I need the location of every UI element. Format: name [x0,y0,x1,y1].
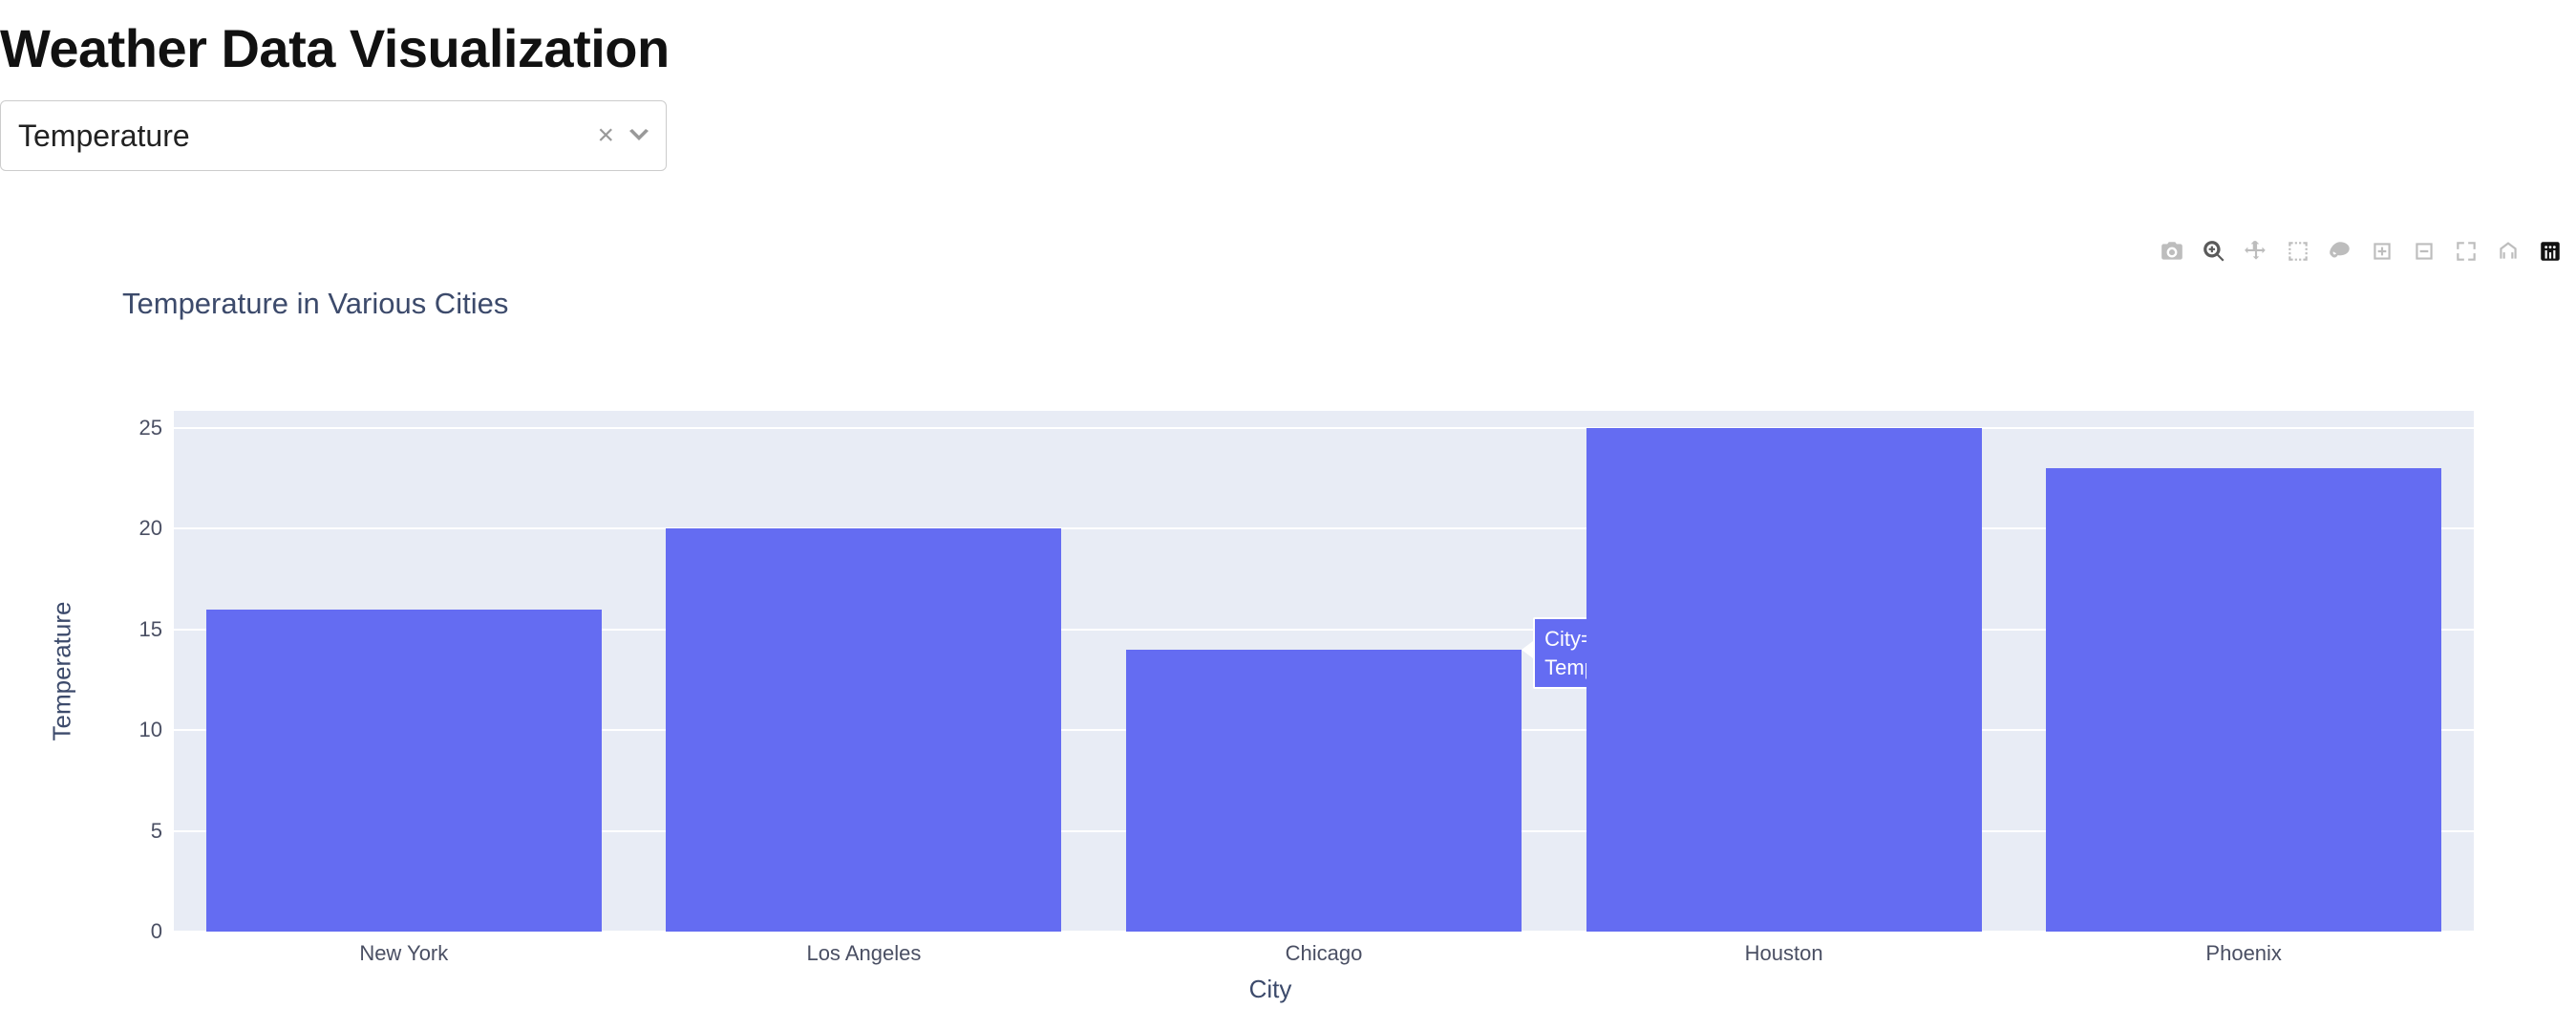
y-tick-label: 10 [67,718,162,742]
x-tick-label: Phoenix [2100,941,2387,966]
reset-axes-icon[interactable] [2492,235,2524,268]
chevron-down-icon[interactable] [629,129,649,142]
bar-chart[interactable]: Temperature City 0510152025New YorkLos A… [67,411,2474,979]
bar-houston[interactable] [1586,428,1982,932]
y-axis-label: Temperature [48,411,76,932]
dropdown-selected-value: Temperature [18,118,591,154]
metric-dropdown[interactable]: Temperature × [0,100,667,171]
plotly-logo-icon[interactable] [2534,235,2566,268]
bar-los-angeles[interactable] [666,528,1061,932]
y-tick-label: 5 [67,819,162,844]
bar-new-york[interactable] [206,610,602,932]
bar-phoenix[interactable] [2046,468,2441,932]
camera-icon[interactable] [2156,235,2188,268]
x-tick-label: Chicago [1181,941,1467,966]
x-tick-label: Los Angeles [720,941,1007,966]
pan-icon[interactable] [2240,235,2272,268]
chart-toolbar [2156,235,2566,268]
zoom-in-icon[interactable] [2366,235,2398,268]
x-tick-label: Houston [1641,941,1927,966]
zoom-out-icon[interactable] [2408,235,2440,268]
gridline [174,427,2474,429]
chart-title: Temperature in Various Cities [122,287,508,321]
y-tick-label: 25 [67,416,162,440]
y-tick-label: 0 [67,919,162,944]
page-title: Weather Data Visualization [0,17,2576,79]
x-axis-label: City [67,975,2474,1004]
y-tick-label: 15 [67,617,162,642]
clear-icon[interactable]: × [591,121,620,150]
bar-chicago[interactable] [1126,650,1522,932]
lasso-icon[interactable] [2324,235,2356,268]
x-tick-label: New York [261,941,547,966]
tooltip-spike [1522,641,1533,658]
box-select-icon[interactable] [2282,235,2314,268]
y-tick-label: 20 [67,516,162,541]
autoscale-icon[interactable] [2450,235,2482,268]
zoom-icon[interactable] [2198,235,2230,268]
